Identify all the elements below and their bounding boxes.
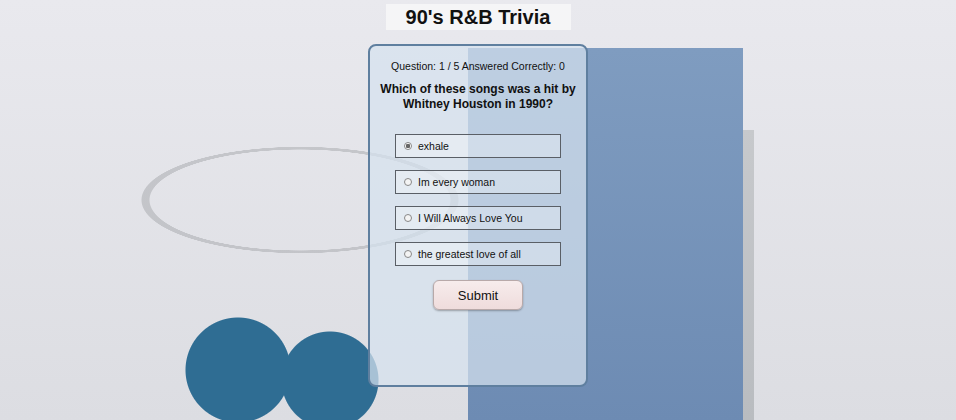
page-title: 90's R&B Trivia: [386, 4, 571, 30]
radio-button[interactable]: [404, 250, 412, 258]
quiz-status: Question: 1 / 5 Answered Correctly: 0: [391, 60, 565, 72]
answer-option[interactable]: I Will Always Love You: [395, 206, 561, 230]
option-label: I Will Always Love You: [418, 212, 522, 224]
answer-option[interactable]: Im every woman: [395, 170, 561, 194]
option-label: exhale: [418, 140, 449, 152]
radio-button[interactable]: [404, 214, 412, 222]
option-list: exhale Im every woman I Will Always Love Y…: [395, 134, 561, 266]
page: 90's R&B Trivia Question: 1 / 5 Answered …: [0, 0, 956, 420]
option-label: the greatest love of all: [418, 248, 521, 260]
answer-option[interactable]: exhale: [395, 134, 561, 158]
question-text: Which of these songs was a hit by Whitne…: [380, 82, 576, 112]
radio-button[interactable]: [404, 142, 412, 150]
submit-button[interactable]: Submit: [433, 280, 523, 310]
quiz-card: Question: 1 / 5 Answered Correctly: 0 Whi…: [368, 44, 588, 387]
answer-option[interactable]: the greatest love of all: [395, 242, 561, 266]
radio-button[interactable]: [404, 178, 412, 186]
option-label: Im every woman: [418, 176, 495, 188]
